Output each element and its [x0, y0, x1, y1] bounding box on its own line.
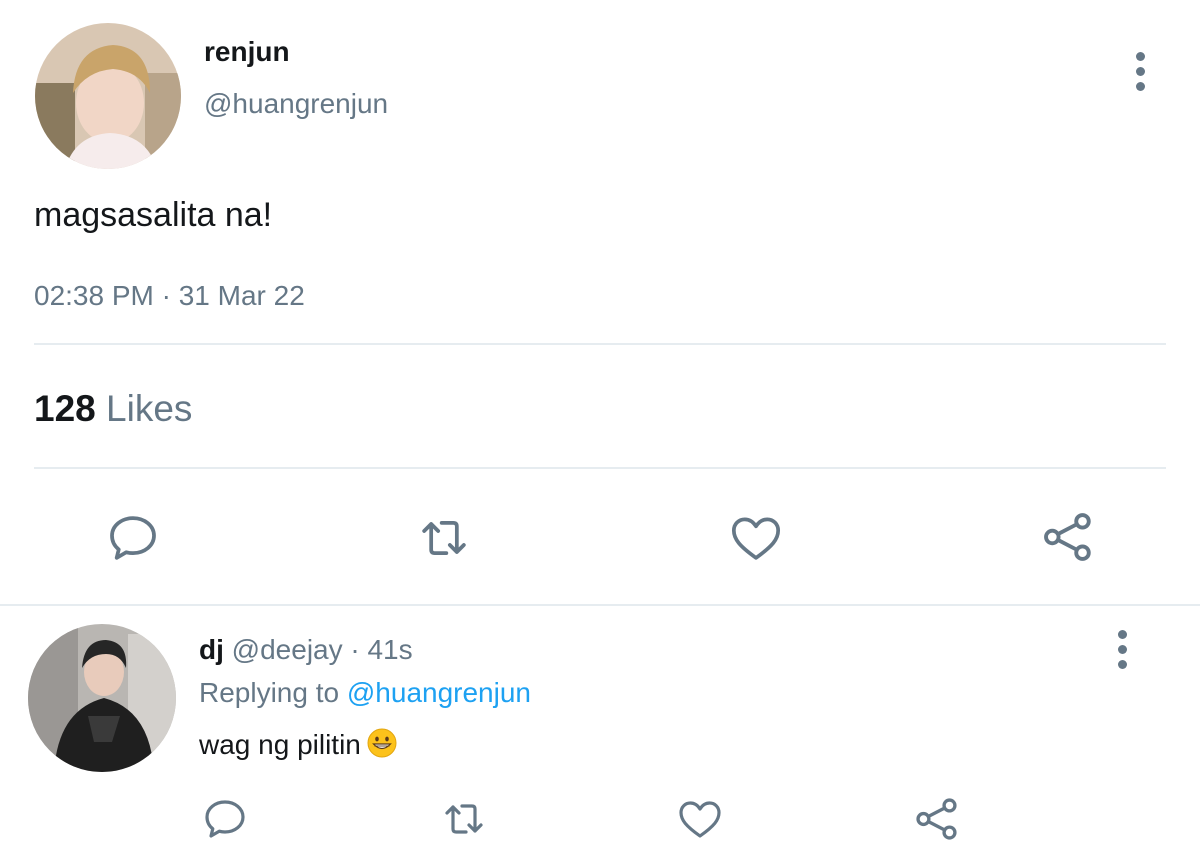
share-button[interactable]: [1035, 506, 1101, 568]
more-options-icon[interactable]: [1120, 46, 1160, 96]
reply-display-name[interactable]: dj: [199, 634, 224, 665]
reply-text: wag ng pilitin: [199, 728, 361, 760]
share-icon: [916, 798, 957, 840]
tweet-text: magsasalita na!: [34, 196, 273, 234]
divider: [34, 343, 1166, 345]
share-icon: [1044, 513, 1091, 561]
replying-to: Replying to @huangrenjun: [199, 677, 531, 709]
like-button[interactable]: [723, 508, 789, 568]
replying-mention-link[interactable]: @huangrenjun: [347, 677, 531, 708]
retweet-icon: [445, 804, 483, 834]
display-name[interactable]: renjun: [204, 36, 290, 68]
reply-handle-time[interactable]: @deejay · 41s: [232, 634, 413, 665]
reply-text-line: wag ng pilitin: [199, 728, 397, 765]
reply-header: dj @deejay · 41s: [199, 634, 413, 666]
reply-reply-button[interactable]: [198, 793, 252, 845]
replying-prefix: Replying to: [199, 677, 340, 708]
grinning-face-emoji: [367, 728, 397, 765]
reply-avatar[interactable]: [28, 624, 176, 772]
reply-button[interactable]: [100, 508, 166, 568]
retweet-icon: [422, 520, 466, 556]
like-icon: [731, 517, 781, 560]
like-icon: [679, 801, 721, 838]
retweet-button[interactable]: [411, 508, 477, 568]
reply-more-options-icon[interactable]: [1102, 624, 1142, 674]
reply-like-button[interactable]: [673, 793, 727, 845]
likes-count: 128: [34, 388, 96, 429]
likes-label: Likes: [106, 388, 193, 429]
reply-avatar-photo: [28, 624, 176, 772]
divider: [0, 604, 1200, 606]
likes-stat[interactable]: 128 Likes: [34, 388, 192, 430]
tweet-timestamp: 02:38 PM · 31 Mar 22: [34, 280, 305, 311]
reply-icon: [110, 516, 156, 560]
reply-retweet-button[interactable]: [434, 793, 494, 845]
reply-share-button[interactable]: [910, 792, 964, 846]
avatar-photo: [35, 23, 181, 169]
reply-icon: [205, 800, 245, 838]
avatar[interactable]: [35, 23, 181, 169]
divider: [34, 467, 1166, 469]
user-handle[interactable]: @huangrenjun: [204, 88, 388, 120]
